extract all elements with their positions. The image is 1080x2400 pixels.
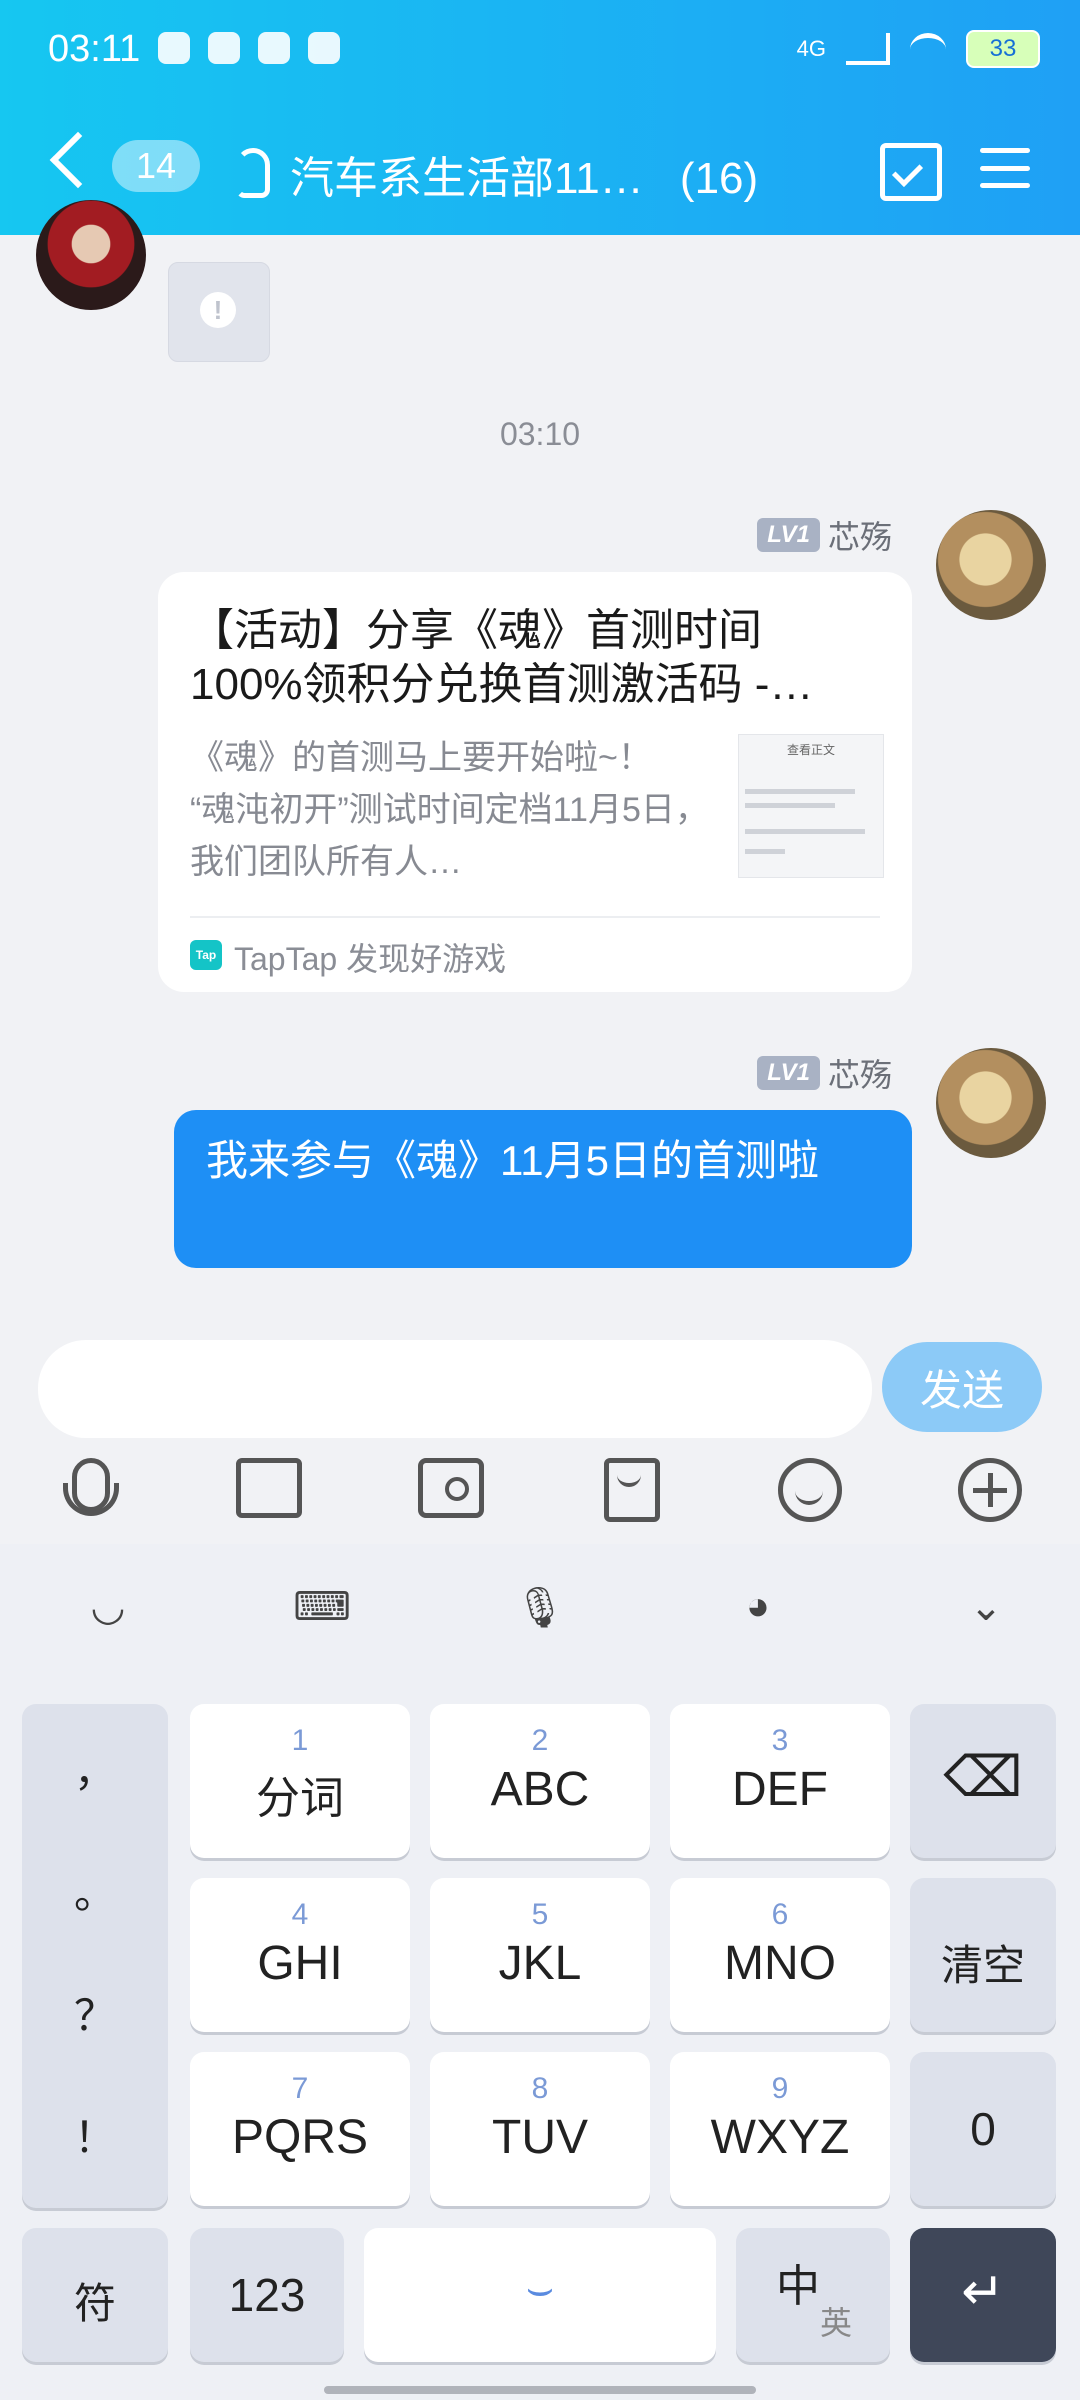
level-badge: LV1 [757,1056,820,1090]
message-text: 我来参与《魂》11月5日的首测啦 [206,1137,819,1184]
signal-icon [846,33,890,65]
enter-key[interactable]: ↵ [910,2228,1056,2362]
alert-icon: ! [200,292,236,328]
unread-badge[interactable]: 14 [112,140,200,192]
member-count: (16) [679,154,759,203]
camera-icon[interactable] [418,1458,484,1518]
keyboard-icon[interactable]: ⌨ [292,1584,352,1638]
key-4[interactable]: 4 GHI [190,1878,410,2032]
sender-name: 芯殇 [827,1057,892,1093]
weibo-icon [158,32,190,64]
chat-title[interactable]: 汽车系生活部11… (16) [290,142,758,206]
enter-icon: ↵ [961,2263,1005,2321]
number-key[interactable]: 123 [190,2228,344,2362]
key-6[interactable]: 6 MNO [670,1878,890,2032]
network-label: 4G [796,36,826,61]
card-description: 《魂》的首测马上要开始啦~！ “魂沌初开”测试时间定档11月5日，我们团队所有人… [190,739,709,881]
red-packet-icon[interactable] [604,1458,660,1522]
clear-key[interactable]: 清空 [910,1878,1056,2032]
level-badge: LV1 [757,518,820,552]
taptap-logo-icon: Tap [190,940,222,970]
avatar[interactable] [36,200,146,310]
speed-icon [208,32,240,64]
link-card[interactable]: 【活动】分享《魂》首测时间100%领积分兑换首测激活码 -… 《魂》的首测马上要… [158,572,912,992]
punct-exclaim[interactable]: ！ [22,2104,168,2165]
space-key[interactable]: ⌣ [364,2228,716,2362]
key-7[interactable]: 7 PQRS [190,2052,410,2206]
sender-info: LV1 芯殇 [757,1050,892,1096]
voice-input-icon[interactable]: 🎙 [510,1584,570,1638]
earpiece-mode-icon [236,148,270,198]
punctuation-column[interactable]: ， 。 ？ ！ [22,1704,168,2208]
key-5[interactable]: 5 JKL [430,1878,650,2032]
avatar[interactable] [936,510,1046,620]
punct-question[interactable]: ？ [22,1982,168,2043]
sender-name: 芯殇 [827,519,892,555]
notification-icons [158,32,340,64]
send-button[interactable]: 发送 [882,1342,1042,1432]
group-name: 汽车系生活部11… [290,154,644,203]
punct-comma[interactable]: ， [22,1738,168,1799]
key-0[interactable]: 0 [910,2052,1056,2206]
plus-icon[interactable] [958,1458,1022,1522]
alipay-icon [258,32,290,64]
status-right: 4G 33 [797,30,1040,68]
message-timestamp: 03:10 [499,416,581,452]
smile-icon[interactable]: ◡ [78,1584,138,1638]
key-2[interactable]: 2 ABC [430,1704,650,1858]
home-indicator[interactable] [324,2386,756,2394]
sender-info: LV1 芯殇 [757,512,892,558]
divider [190,916,880,918]
card-title: 【活动】分享《魂》首测时间100%领积分兑换首测激活码 -… [190,606,814,709]
battery-icon: 33 [966,30,1040,68]
status-time: 03:11 [48,28,141,70]
card-thumbnail: 查看正文 [738,734,884,878]
baidu-icon[interactable]: ◕ [728,1584,788,1638]
voice-icon[interactable] [63,1458,119,1516]
alipay-icon-2 [308,32,340,64]
menu-icon[interactable] [980,148,1030,188]
message-input[interactable] [38,1340,872,1438]
calendar-check-icon[interactable] [880,143,942,201]
backspace-icon: ⌫ [943,1745,1023,1808]
emoji-icon[interactable] [778,1458,842,1522]
key-8[interactable]: 8 TUV [430,2052,650,2206]
key-1[interactable]: 1 分词 [190,1704,410,1858]
card-source: TapTap 发现好游戏 [234,941,507,977]
key-3[interactable]: 3 DEF [670,1704,890,1858]
image-icon[interactable] [236,1458,302,1518]
key-9[interactable]: 9 WXYZ [670,2052,890,2206]
punct-period[interactable]: 。 [22,1860,168,1921]
message-bubble[interactable]: 我来参与《魂》11月5日的首测啦 [174,1110,912,1268]
backspace-key[interactable]: ⌫ [910,1704,1056,1858]
thumb-title: 查看正文 [786,743,835,757]
avatar[interactable] [936,1048,1046,1158]
wifi-icon [910,32,946,66]
mic-icon: ⌣ [525,2264,555,2313]
chevron-down-icon[interactable]: ⌄ [956,1584,1016,1638]
symbol-key[interactable]: 符 [22,2228,168,2362]
language-key[interactable]: 中 英 [736,2228,890,2362]
